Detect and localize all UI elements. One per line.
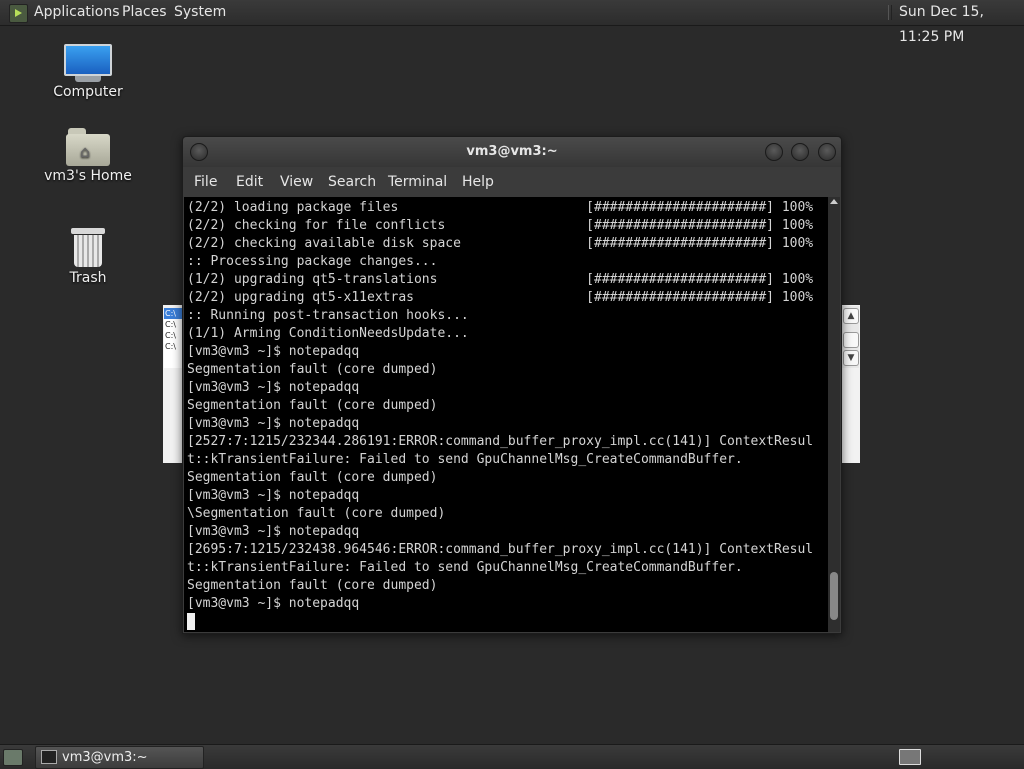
- close-button[interactable]: [818, 143, 836, 161]
- panel-separator: [888, 5, 892, 20]
- scroll-thumb[interactable]: [843, 332, 859, 348]
- menu-search[interactable]: Search: [328, 169, 376, 195]
- desktop-icon-computer[interactable]: Computer: [38, 44, 138, 100]
- desktop-icon-label: Computer: [53, 84, 123, 100]
- menu-view[interactable]: View: [280, 169, 313, 195]
- clock[interactable]: Sun Dec 15, 11:25 PM: [899, 0, 1024, 50]
- menu-terminal[interactable]: Terminal: [388, 169, 447, 195]
- window-title: vm3@vm3:~: [466, 144, 558, 159]
- taskbar-label: vm3@vm3:~: [62, 750, 148, 765]
- terminal-scrollbar[interactable]: [828, 197, 840, 632]
- list-item[interactable]: C:\: [164, 308, 184, 319]
- list-item[interactable]: C:\: [164, 330, 184, 341]
- scroll-down-icon[interactable]: ▼: [843, 350, 859, 366]
- terminal-output-area[interactable]: (2/2) loading package files [###########…: [184, 197, 828, 632]
- bottom-panel: vm3@vm3:~: [0, 744, 1024, 769]
- terminal-menubar: File Edit View Search Terminal Help: [183, 169, 841, 195]
- trash-icon: [71, 228, 105, 268]
- workspace-switcher[interactable]: [899, 749, 921, 765]
- desktop-icon-home[interactable]: ⌂ vm3's Home: [38, 128, 138, 184]
- terminal-cursor: [187, 613, 195, 630]
- places-menu[interactable]: Places: [122, 0, 167, 25]
- desktop-icon-label: Trash: [69, 270, 107, 286]
- terminal-window[interactable]: vm3@vm3:~ File Edit View Search Terminal…: [182, 136, 842, 634]
- background-window-scrollbar[interactable]: ▲ ▼: [840, 306, 859, 368]
- applications-menu-icon[interactable]: [9, 4, 28, 23]
- scroll-up-arrow-icon[interactable]: [830, 199, 838, 204]
- list-item[interactable]: C:\: [164, 319, 184, 330]
- window-titlebar[interactable]: vm3@vm3:~: [183, 137, 841, 167]
- desktop-icon-trash[interactable]: Trash: [38, 228, 138, 286]
- minimize-button[interactable]: [765, 143, 783, 161]
- show-desktop-icon[interactable]: [3, 749, 23, 766]
- system-menu[interactable]: System: [174, 0, 226, 25]
- list-item[interactable]: C:\: [164, 341, 184, 352]
- terminal-output: (2/2) loading package files [###########…: [187, 200, 814, 611]
- menu-file[interactable]: File: [194, 169, 217, 195]
- background-window-list[interactable]: C:\ C:\ C:\ C:\: [164, 308, 184, 368]
- taskbar-terminal-button[interactable]: vm3@vm3:~: [35, 746, 204, 769]
- maximize-button[interactable]: [791, 143, 809, 161]
- menu-help[interactable]: Help: [462, 169, 494, 195]
- applications-menu[interactable]: Applications: [34, 0, 120, 25]
- desktop-icon-label: vm3's Home: [44, 168, 132, 184]
- scroll-up-icon[interactable]: ▲: [843, 308, 859, 324]
- computer-icon: [64, 44, 112, 76]
- terminal-icon: [41, 750, 57, 764]
- top-panel: Applications Places System Sun Dec 15, 1…: [0, 0, 1024, 45]
- scrollbar-thumb[interactable]: [830, 572, 838, 620]
- home-folder-icon: ⌂: [66, 128, 110, 166]
- menu-edit[interactable]: Edit: [236, 169, 263, 195]
